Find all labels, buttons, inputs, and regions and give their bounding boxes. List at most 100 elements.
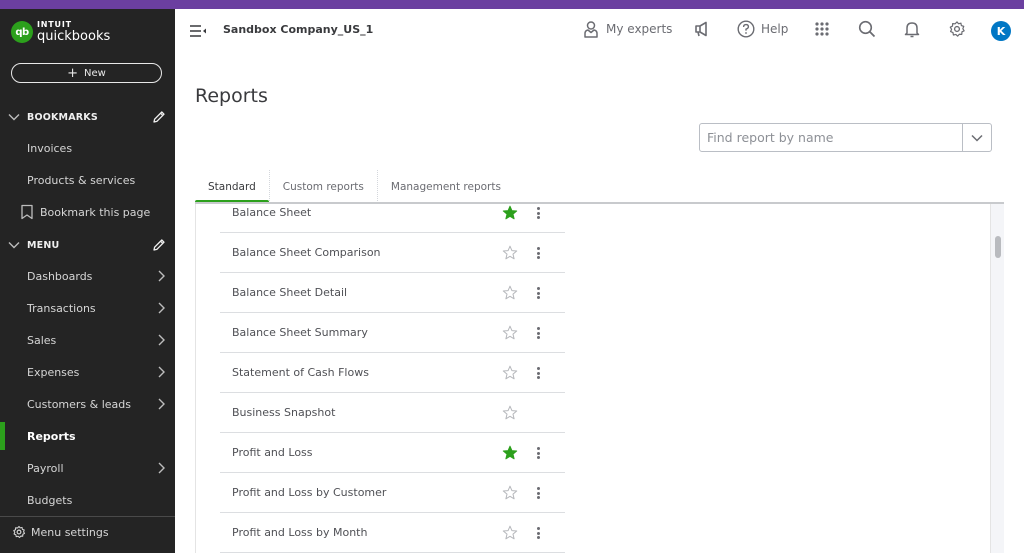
star-outline-icon[interactable] — [502, 365, 518, 381]
quickbooks-logo[interactable]: qb INTUIT quickbooks — [11, 21, 110, 43]
page-title: Reports — [195, 85, 268, 107]
more-options-icon[interactable] — [533, 205, 543, 221]
notifications-button[interactable] — [903, 20, 921, 38]
my-experts-label: My experts — [606, 22, 673, 36]
star-outline-icon[interactable] — [502, 525, 518, 541]
help-button[interactable]: Help — [737, 20, 788, 38]
sidebar-item-label: Budgets — [27, 493, 73, 507]
sidebar-item-budgets[interactable]: Budgets — [0, 486, 175, 514]
chevron-down-icon — [971, 134, 983, 142]
bookmarks-section-header[interactable]: BOOKMARKS — [0, 107, 175, 127]
kebab-dot — [536, 291, 540, 295]
report-row[interactable]: Profit and Loss by Customer — [220, 473, 565, 513]
settings-button[interactable] — [948, 20, 966, 38]
chevron-right-icon — [158, 462, 165, 474]
chevron-right-icon — [158, 366, 165, 378]
menu-settings-button[interactable]: Menu settings — [12, 525, 109, 539]
report-row[interactable]: Statement of Cash Flows — [220, 353, 565, 393]
more-options-icon[interactable] — [533, 365, 543, 381]
more-options-icon[interactable] — [533, 525, 543, 541]
star-outline-icon[interactable] — [502, 485, 518, 501]
sidebar-item-label: Reports — [27, 429, 76, 443]
user-avatar[interactable]: K — [991, 21, 1011, 41]
sidebar-item-expenses[interactable]: Expenses — [0, 358, 175, 386]
report-name-link[interactable]: Profit and Loss by Month — [220, 526, 367, 539]
scrollbar-thumb[interactable] — [995, 236, 1001, 258]
gear-icon — [949, 21, 965, 37]
kebab-dot — [536, 527, 540, 530]
more-options-icon[interactable] — [533, 445, 543, 461]
scrollbar[interactable] — [990, 204, 1004, 553]
more-options-icon[interactable] — [533, 485, 543, 501]
search-button[interactable] — [858, 20, 876, 38]
sidebar-divider — [0, 516, 175, 517]
report-name-link[interactable]: Statement of Cash Flows — [220, 366, 369, 379]
report-row[interactable]: Profit and Loss — [220, 433, 565, 473]
sidebar-item-transactions[interactable]: Transactions — [0, 294, 175, 322]
help-icon — [737, 20, 755, 38]
report-name-link[interactable]: Profit and Loss — [220, 446, 313, 459]
report-name-link[interactable]: Balance Sheet Comparison — [220, 246, 381, 259]
tab-custom-reports[interactable]: Custom reports — [268, 170, 377, 203]
logo-product-text: quickbooks — [37, 29, 111, 44]
sidebar-item-reports[interactable]: Reports — [0, 422, 175, 450]
new-button[interactable]: + New — [11, 63, 162, 83]
chevron-down-icon — [8, 242, 20, 249]
report-row[interactable]: Balance Sheet Detail — [220, 273, 565, 313]
bookmark-icon — [21, 204, 33, 220]
kebab-dot — [536, 367, 540, 370]
star-outline-icon[interactable] — [502, 405, 518, 421]
tab-management-reports[interactable]: Management reports — [376, 170, 514, 203]
report-search-dropdown-button[interactable] — [962, 124, 991, 151]
report-row[interactable]: Balance Sheet — [220, 204, 565, 233]
kebab-dot — [536, 451, 540, 455]
report-row[interactable]: Balance Sheet Summary — [220, 313, 565, 353]
more-options-icon[interactable] — [533, 285, 543, 301]
report-name-link[interactable]: Balance Sheet Detail — [220, 286, 347, 299]
sidebar-item-label: Sales — [27, 333, 57, 347]
report-name-link[interactable]: Balance Sheet Summary — [220, 326, 368, 339]
tab-standard[interactable]: Standard — [195, 170, 269, 203]
megaphone-icon — [695, 21, 707, 37]
kebab-dot — [536, 447, 540, 450]
logo-intuit-text: INTUIT — [37, 20, 72, 29]
report-row[interactable]: Profit and Loss by Month — [220, 513, 565, 553]
report-list-panel: Balance Sheet Balance Sheet Comparison Bal… — [195, 204, 990, 553]
new-button-label: New — [84, 67, 106, 79]
feedback-button[interactable] — [693, 20, 711, 38]
report-row[interactable]: Business Snapshot — [220, 393, 565, 433]
sidebar-item-payroll[interactable]: Payroll — [0, 454, 175, 482]
person-icon — [584, 21, 598, 38]
kebab-dot — [536, 331, 540, 335]
kebab-dot — [536, 371, 540, 375]
bookmark-invoices[interactable]: Invoices — [0, 134, 175, 162]
my-experts-button[interactable]: My experts — [582, 20, 672, 38]
more-options-icon[interactable] — [533, 245, 543, 261]
edit-bookmarks-pencil-icon[interactable] — [152, 110, 166, 124]
report-row[interactable]: Balance Sheet Comparison — [220, 233, 565, 273]
report-name-link[interactable]: Business Snapshot — [220, 406, 335, 419]
apps-button[interactable] — [813, 20, 831, 38]
report-name-link[interactable]: Profit and Loss by Customer — [220, 486, 386, 499]
bookmark-this-page-button[interactable]: Bookmark this page — [0, 198, 175, 226]
edit-menu-pencil-icon[interactable] — [152, 238, 166, 252]
sidebar-item-customers-leads[interactable]: Customers & leads — [0, 390, 175, 418]
sidebar-item-dashboards[interactable]: Dashboards — [0, 262, 175, 290]
chevron-right-icon — [158, 334, 165, 346]
star-outline-icon[interactable] — [502, 285, 518, 301]
sidebar-item-sales[interactable]: Sales — [0, 326, 175, 354]
collapse-menu-icon[interactable] — [189, 23, 207, 39]
kebab-dot — [536, 211, 540, 215]
bookmark-products-services[interactable]: Products & services — [0, 166, 175, 194]
kebab-dot — [536, 287, 540, 290]
menu-section-header[interactable]: MENU — [0, 235, 175, 255]
star-filled-icon[interactable] — [502, 445, 518, 461]
company-name[interactable]: Sandbox Company_US_1 — [223, 23, 373, 36]
find-report-input[interactable] — [700, 124, 962, 151]
more-options-icon[interactable] — [533, 325, 543, 341]
star-outline-icon[interactable] — [502, 325, 518, 341]
star-filled-icon[interactable] — [502, 205, 518, 221]
gear-icon — [13, 525, 26, 539]
star-outline-icon[interactable] — [502, 245, 518, 261]
report-name-link[interactable]: Balance Sheet — [220, 206, 311, 219]
